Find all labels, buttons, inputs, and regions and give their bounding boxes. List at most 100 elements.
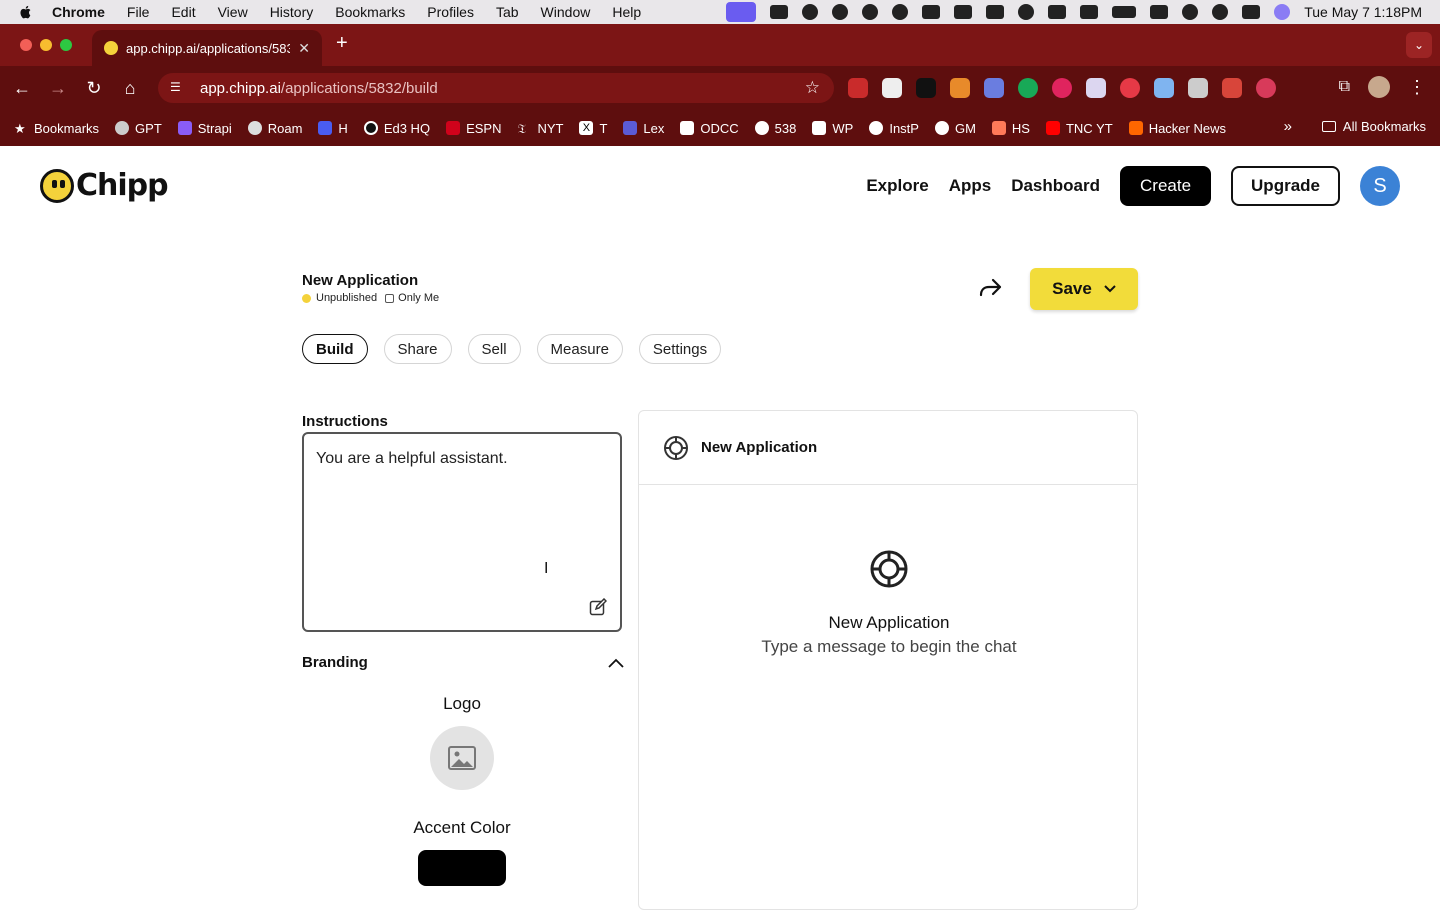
close-tab-icon[interactable]: ✕	[298, 40, 310, 57]
spotlight-icon[interactable]	[1212, 4, 1229, 20]
nav-explore[interactable]: Explore	[866, 176, 928, 196]
extension-icon[interactable]	[1154, 78, 1174, 98]
menu-window[interactable]: Window	[541, 4, 591, 20]
close-window-button[interactable]	[20, 39, 32, 51]
bookmark-item[interactable]: XT	[579, 121, 607, 136]
menu-help[interactable]: Help	[612, 4, 641, 20]
extension-icon[interactable]	[848, 78, 868, 98]
bookmark-item[interactable]: 538	[754, 121, 796, 136]
accent-color-swatch[interactable]	[418, 850, 506, 886]
back-icon[interactable]: ←	[4, 78, 40, 99]
extensions-puzzle-icon[interactable]: ⧉	[1339, 78, 1350, 96]
menubar-clock[interactable]: Tue May 7 1:18PM	[1304, 4, 1422, 20]
play-icon[interactable]	[1018, 4, 1035, 20]
menu-app-name[interactable]: Chrome	[52, 4, 105, 20]
bookmark-item[interactable]: GM	[934, 121, 976, 136]
user-icon[interactable]	[1182, 4, 1199, 20]
grammarly-icon[interactable]	[802, 4, 819, 20]
tab-settings[interactable]: Settings	[638, 334, 722, 364]
extension-icon[interactable]	[1086, 78, 1106, 98]
bookmark-item[interactable]: HS	[991, 121, 1030, 136]
bookmark-item[interactable]: ESPN	[446, 121, 501, 136]
bookmark-item[interactable]: Strapi	[177, 121, 232, 136]
menubar-extra-icon[interactable]	[892, 4, 909, 20]
tab-share[interactable]: Share	[383, 334, 452, 364]
user-avatar[interactable]: S	[1360, 166, 1400, 206]
extension-icon[interactable]	[1052, 78, 1072, 98]
site-settings-icon[interactable]: ☰	[170, 80, 186, 96]
chrome-menu-icon[interactable]: ⋮	[1408, 77, 1426, 98]
menu-file[interactable]: File	[127, 4, 150, 20]
battery-icon[interactable]	[1112, 6, 1137, 18]
new-tab-icon[interactable]: +	[336, 32, 348, 55]
bookmark-item[interactable]: InstP	[869, 121, 919, 136]
star-icon[interactable]: ☆	[805, 78, 820, 98]
extension-icon[interactable]	[1018, 78, 1038, 98]
forward-icon[interactable]: →	[40, 78, 76, 99]
bookmark-item[interactable]: ODCC	[680, 121, 739, 136]
extension-icon[interactable]	[1222, 78, 1242, 98]
volume-icon[interactable]	[1048, 5, 1067, 19]
branding-section-header[interactable]: Branding	[302, 654, 624, 671]
wifi-icon[interactable]	[1150, 5, 1169, 19]
more-bookmarks-icon[interactable]: »	[1284, 118, 1292, 135]
share-arrow-icon[interactable]	[976, 274, 1004, 302]
create-button[interactable]: Create	[1120, 166, 1212, 206]
bluetooth-icon[interactable]	[1080, 5, 1099, 19]
menubar-extra-icon[interactable]	[770, 5, 789, 19]
tab-search-icon[interactable]: ⌄	[1406, 32, 1432, 58]
bookmark-item[interactable]: H	[318, 121, 348, 136]
extension-icon[interactable]	[1256, 78, 1276, 98]
menubar-extra-icon[interactable]	[862, 4, 879, 20]
upgrade-button[interactable]: Upgrade	[1231, 166, 1340, 206]
nav-dashboard[interactable]: Dashboard	[1011, 176, 1100, 196]
bookmark-item[interactable]: 𝔗 NYT	[517, 121, 563, 137]
edit-icon[interactable]	[589, 598, 607, 616]
screen-share-icon[interactable]	[726, 2, 757, 22]
profile-avatar[interactable]	[1368, 76, 1390, 98]
bookmark-item[interactable]: GPT	[115, 121, 162, 136]
bookmark-item[interactable]: TNC YT	[1045, 121, 1113, 136]
extension-icon[interactable]	[916, 78, 936, 98]
bookmark-item[interactable]: ★ Bookmarks	[14, 121, 99, 137]
logo-upload[interactable]	[430, 726, 494, 790]
menu-history[interactable]: History	[270, 4, 314, 20]
browser-tab[interactable]: app.chipp.ai/applications/5832/build ✕	[92, 30, 322, 66]
menubar-extra-icon[interactable]	[986, 5, 1005, 19]
save-button[interactable]: Save	[1030, 268, 1138, 310]
notion-icon[interactable]	[954, 5, 973, 19]
tab-build[interactable]: Build	[302, 334, 368, 364]
menubar-extra-icon[interactable]	[832, 4, 849, 20]
tab-measure[interactable]: Measure	[536, 334, 623, 364]
home-icon[interactable]: ⌂	[112, 78, 148, 99]
instructions-textarea[interactable]: You are a helpful assistant.	[302, 432, 622, 632]
menu-view[interactable]: View	[218, 4, 248, 20]
apple-icon[interactable]	[18, 4, 34, 20]
menu-edit[interactable]: Edit	[171, 4, 195, 20]
address-bar[interactable]: ☰ app.chipp.ai/applications/5832/build ☆	[158, 73, 834, 103]
menubar-extra-icon[interactable]	[922, 5, 941, 19]
bookmark-item[interactable]: WP	[812, 121, 853, 136]
zoom-window-button[interactable]	[60, 39, 72, 51]
bookmark-item[interactable]: Ed3 HQ	[363, 121, 430, 136]
tab-sell[interactable]: Sell	[467, 334, 521, 364]
menu-tab[interactable]: Tab	[496, 4, 519, 20]
nav-apps[interactable]: Apps	[949, 176, 992, 196]
extension-icon[interactable]	[882, 78, 902, 98]
extension-icon[interactable]	[950, 78, 970, 98]
menu-bookmarks[interactable]: Bookmarks	[335, 4, 405, 20]
bookmark-item[interactable]: Lex	[623, 121, 664, 136]
bookmark-item[interactable]: Roam	[247, 121, 302, 136]
extension-icon[interactable]	[1120, 78, 1140, 98]
bookmark-item[interactable]: Hacker News	[1128, 121, 1226, 136]
control-center-icon[interactable]	[1242, 5, 1261, 19]
chipp-logo[interactable]: Chipp	[40, 168, 169, 203]
all-bookmarks[interactable]: All Bookmarks	[1321, 119, 1426, 134]
extension-icon[interactable]	[984, 78, 1004, 98]
siri-icon[interactable]	[1274, 4, 1291, 20]
minimize-window-button[interactable]	[40, 39, 52, 51]
bookmark-label: InstP	[889, 120, 919, 136]
extension-icon[interactable]	[1188, 78, 1208, 98]
menu-profiles[interactable]: Profiles	[427, 4, 474, 20]
reload-icon[interactable]: ↻	[76, 78, 112, 99]
